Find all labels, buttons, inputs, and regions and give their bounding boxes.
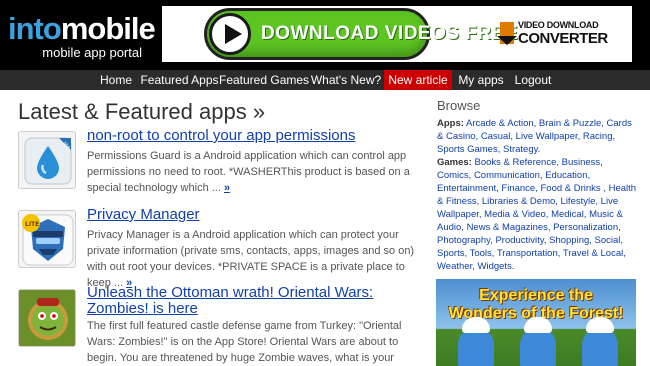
smurf-character-icon — [520, 317, 556, 366]
smurf-character-icon — [582, 317, 618, 366]
site-header: intomobile mobile app portal DOWNLOAD VI… — [0, 0, 650, 70]
app-title-link[interactable]: Unleash the Ottoman wrath! Oriental Wars… — [87, 285, 421, 317]
logo-mobile: mobile — [60, 11, 156, 46]
app-title-link[interactable]: non-root to control your app permissions — [87, 127, 355, 144]
download-arrow-icon — [497, 22, 517, 45]
nav-featured-apps[interactable]: Featured Apps — [140, 70, 219, 90]
nav-new-article[interactable]: New article — [384, 70, 452, 90]
app-title-link[interactable]: Privacy Manager — [87, 206, 200, 223]
svg-text:LITE: LITE — [25, 221, 39, 228]
nav-logout[interactable]: Logout — [509, 70, 557, 90]
download-videos-label: DOWNLOAD VIDEOS FREE — [261, 23, 519, 44]
app-description: The first full featured castle defense g… — [87, 318, 421, 366]
nav-my-apps[interactable]: My apps — [453, 70, 509, 90]
apps-label: Apps: — [437, 118, 464, 129]
logo-into: into — [8, 11, 62, 46]
smurf-character-icon — [458, 317, 494, 366]
water-drop-icon[interactable]: lite — [18, 131, 76, 189]
games-category-links[interactable]: Books & Reference, Business, Comics, Com… — [437, 157, 636, 272]
site-logo[interactable]: intomobile mobile app portal — [8, 11, 156, 60]
video-converter-logo[interactable]: VIDEO DOWNLOAD CONVERTER — [497, 20, 618, 50]
app-description-text: Privacy Manager is a Android application… — [87, 229, 415, 289]
spy-icon[interactable]: LITE — [18, 210, 76, 268]
download-videos-button[interactable]: DOWNLOAD VIDEOS FREE — [204, 8, 518, 60]
logo-wordmark: intomobile — [8, 11, 156, 46]
games-label: Games: — [437, 157, 472, 168]
browse-heading: Browse — [437, 98, 481, 113]
header-ad-banner[interactable]: DOWNLOAD VIDEOS FREE VIDEO DOWNLOAD CONV… — [162, 6, 632, 62]
main-nav: Home Featured Apps Featured Games What's… — [0, 70, 650, 90]
app-description-text: Permissions Guard is a Android applicati… — [87, 150, 410, 194]
zombie-icon[interactable] — [18, 289, 76, 347]
browse-apps-categories: Apps: Arcade & Action, Brain & Puzzle, C… — [437, 117, 637, 156]
app-description-text: The first full featured castle defense g… — [87, 320, 402, 364]
page-title: Latest & Featured apps » — [18, 99, 266, 124]
ad-line-1: Experience the — [479, 287, 593, 304]
app-description: Permissions Guard is a Android applicati… — [87, 148, 421, 196]
logo-tagline: mobile app portal — [42, 45, 142, 60]
nav-whats-new[interactable]: What's New? — [309, 70, 383, 90]
play-icon — [209, 13, 251, 55]
browse-games-categories: Games: Books & Reference, Business, Comi… — [437, 156, 637, 273]
video-converter-bottom: CONVERTER — [518, 30, 608, 47]
video-converter-top: VIDEO DOWNLOAD — [518, 20, 599, 30]
apps-category-links[interactable]: Arcade & Action, Brain & Puzzle, Cards &… — [437, 118, 632, 155]
sidebar-ad-banner[interactable]: Experience the Wonders of the Forest! — [436, 279, 636, 366]
read-more-link[interactable]: » — [224, 182, 230, 194]
nav-home[interactable]: Home — [92, 70, 140, 90]
nav-featured-games[interactable]: Featured Games — [219, 70, 309, 90]
app-description: Privacy Manager is a Android application… — [87, 227, 421, 291]
